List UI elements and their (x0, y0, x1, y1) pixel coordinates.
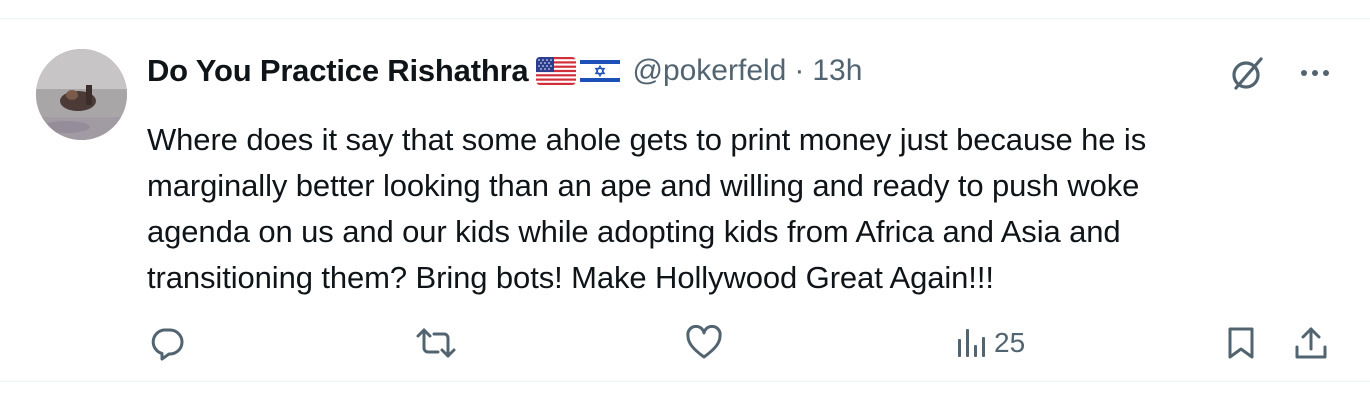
tweet-text: Where does it say that some ahole gets t… (147, 122, 1147, 295)
like-button[interactable] (685, 325, 723, 361)
bookmark-button[interactable] (1225, 325, 1257, 361)
us-flag-icon (536, 57, 577, 85)
tweet-header: Do You Practice Rishathra @pokerfeld · 1… (147, 51, 862, 91)
views-bar-icon (956, 325, 988, 361)
retweet-button[interactable] (414, 325, 458, 361)
reply-button[interactable] (149, 325, 185, 361)
grok-icon[interactable] (1228, 53, 1268, 98)
top-actions (1228, 53, 1332, 98)
bookmark-icon (1225, 325, 1257, 361)
tweet[interactable]: Do You Practice Rishathra @pokerfeld · 1… (0, 18, 1370, 382)
author-name[interactable]: Do You Practice Rishathra (147, 53, 529, 89)
views-button[interactable]: 25 (956, 325, 1025, 361)
israel-flag-icon (580, 57, 621, 85)
more-icon[interactable] (1298, 56, 1332, 95)
share-button[interactable] (1292, 325, 1330, 361)
author-handle[interactable]: @pokerfeld (632, 54, 786, 88)
avatar[interactable] (36, 49, 127, 140)
separator-dot: · (794, 54, 805, 87)
share-icon (1292, 325, 1330, 361)
retweet-icon (414, 325, 458, 361)
views-count: 25 (994, 327, 1026, 358)
tweet-time[interactable]: 13h (812, 54, 862, 88)
reply-icon (149, 325, 185, 361)
heart-icon (685, 325, 723, 361)
